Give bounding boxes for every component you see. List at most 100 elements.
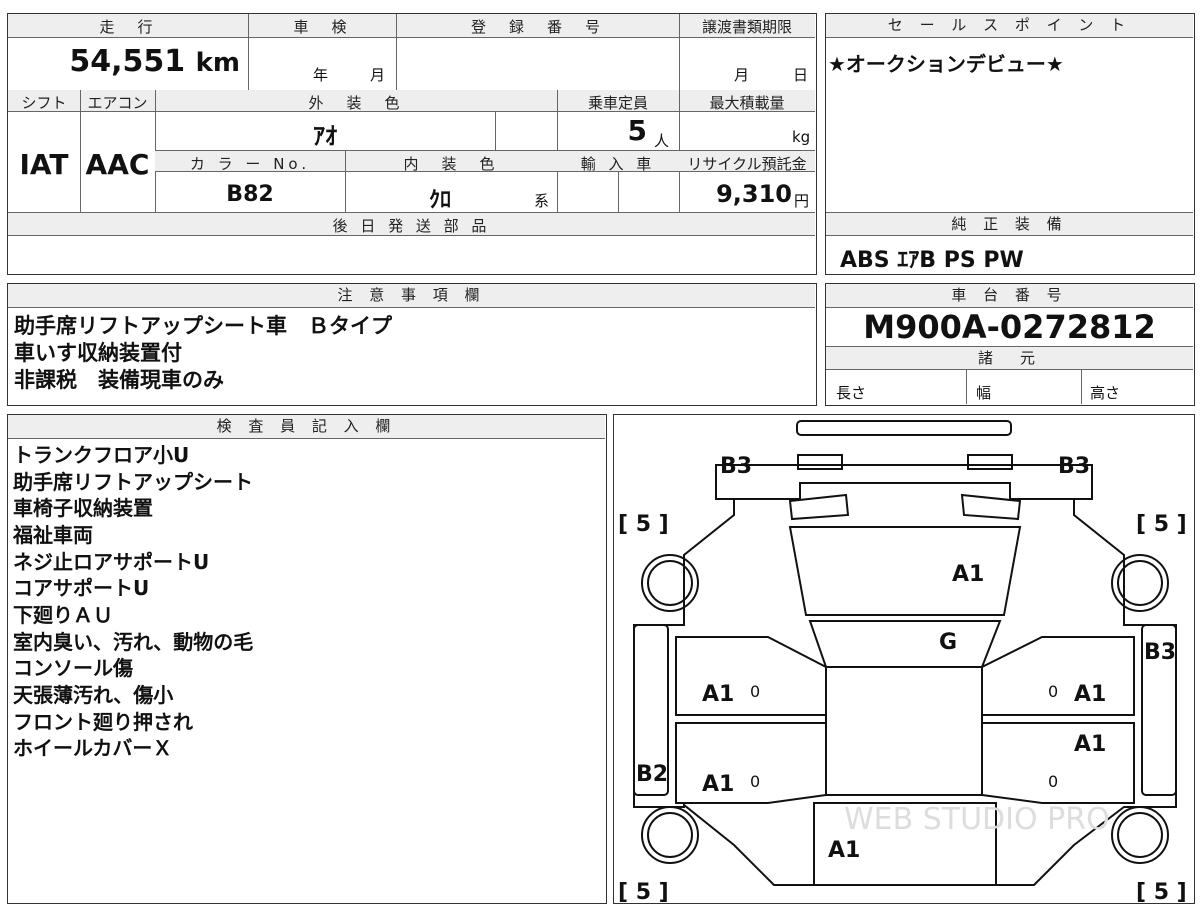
wheel-front-left-inner — [647, 812, 693, 858]
mark-side-left: B2 — [636, 762, 668, 787]
inspector-box: 検 査 員 記 入 欄 トランクフロア小U 助手席リフトアップシート 車椅子収納… — [7, 414, 607, 904]
spec-length-label: 長さ — [836, 384, 867, 402]
aircon-value: AAC — [85, 148, 150, 181]
inspector-line-12: ホイールカバーＸ — [13, 736, 173, 760]
recycle-fee-value: 9,310 — [716, 180, 792, 208]
registration-header: 登 録 番 号 — [470, 18, 604, 36]
mark-door-rl: A1 — [702, 682, 734, 707]
exterior-color-value: ｱｵ — [313, 122, 337, 150]
notes-line-2: 車いす収納装置付 — [14, 341, 182, 365]
color-number-value: B82 — [226, 182, 274, 207]
chassis-header: 車 台 番 号 — [826, 284, 1193, 308]
mark-rear-left: B3 — [720, 454, 752, 479]
max-load-header: 最大積載量 — [709, 94, 785, 112]
chassis-number: M900A-0272812 — [863, 308, 1156, 346]
rear-bumper-slot — [796, 420, 1012, 436]
transfer-day: 日 — [793, 66, 809, 84]
mark-door-rr: A1 — [1074, 682, 1106, 707]
sales-point-header: セ ー ル ス ポ イ ン ト — [826, 14, 1193, 38]
car-damage-diagram: B3 B3 [ 5 ] [ 5 ] A1 G B3 A1 A1 A1 B2 A1… — [613, 414, 1195, 904]
chassis-box: 車 台 番 号 M900A-0272812 諸 元 長さ 幅 高さ — [825, 283, 1195, 406]
mark-rear-right: B3 — [1058, 454, 1090, 479]
vehicle-info-table: 走 行 車 検 登 録 番 号 譲渡書類期限 54,551 km 年 月 月 日… — [7, 13, 817, 275]
wheel-rear-left-inner — [647, 560, 693, 606]
mark-tire-rl: [ 5 ] — [618, 512, 669, 537]
spec-width-label: 幅 — [976, 384, 992, 402]
mileage-header: 走 行 — [99, 18, 157, 36]
inspector-line-9: コンソール傷 — [13, 656, 133, 680]
color-number-header: カ ラ ー No. — [189, 155, 311, 173]
sales-point-box: セ ー ル ス ポ イ ン ト ★オークションデビュー★ 純 正 装 備 ABS… — [825, 13, 1195, 275]
wheel-front-right — [1111, 806, 1169, 864]
capacity-unit: 人 — [654, 132, 670, 150]
mileage-unit: km — [195, 48, 240, 78]
door-left-rear — [675, 636, 827, 716]
wheel-rear-right — [1111, 554, 1169, 612]
aircon-header: エアコン — [87, 94, 148, 112]
shaken-year: 年 — [313, 66, 329, 84]
rear-glass — [808, 620, 1002, 668]
inspector-line-7: 下廻りＡＵ — [13, 603, 113, 627]
mark-roof: A1 — [952, 562, 984, 587]
notes-box: 注 意 事 項 欄 助手席リフトアップシート車 Ｂタイプ 車いす収納装置付 非課… — [7, 283, 817, 406]
inspector-line-10: 天張薄汚れ、傷小 — [13, 683, 174, 707]
door-right-front — [981, 722, 1135, 804]
shaken-header: 車 検 — [293, 18, 351, 36]
recycle-fee-unit: 円 — [794, 192, 810, 210]
mark-zero-2: 0 — [1048, 682, 1058, 701]
inspector-line-1: トランクフロア小U — [13, 443, 190, 467]
interior-color-suffix: 系 — [534, 192, 550, 210]
wheel-front-left — [641, 806, 699, 864]
notes-header: 注 意 事 項 欄 — [8, 284, 815, 308]
mileage-number: 54,551 — [69, 44, 186, 79]
mark-zero-1: 0 — [750, 682, 760, 701]
inspector-line-11: フロント廻り押され — [13, 710, 193, 734]
mark-tire-rr: [ 5 ] — [1136, 512, 1187, 537]
door-right-rear — [981, 636, 1135, 716]
tail-lamp-right — [967, 454, 1013, 470]
mark-rear-glass: G — [939, 630, 957, 655]
inspector-line-6: コアサポートU — [13, 576, 150, 600]
shaken-month: 月 — [370, 66, 386, 84]
mark-hood: A1 — [828, 838, 860, 863]
rear-box — [715, 464, 1093, 500]
import-header: 輸 入 車 — [580, 155, 656, 173]
mark-door-fr: A1 — [1074, 732, 1106, 757]
tail-lamp-left — [797, 454, 843, 470]
car-outline-svg: B3 B3 [ 5 ] [ 5 ] A1 G B3 A1 A1 A1 B2 A1… — [618, 420, 1187, 904]
capacity-header: 乗車定員 — [587, 94, 648, 112]
interior-color-value: ｸﾛ — [428, 188, 451, 213]
inspector-header: 検 査 員 記 入 欄 — [8, 415, 605, 439]
shift-value: IAT — [19, 148, 69, 181]
inspector-line-3: 車椅子収納装置 — [13, 496, 153, 520]
genuine-equipment-text: ABS ｴｱB PS PW — [840, 248, 1024, 273]
notes-line-1: 助手席リフトアップシート車 Ｂタイプ — [14, 314, 392, 338]
later-parts-header: 後 日 発 送 部 品 — [332, 217, 491, 235]
mark-zero-4: 0 — [1048, 772, 1058, 791]
specs-header: 諸 元 — [826, 346, 1193, 370]
interior-color-header: 内 装 色 — [403, 155, 499, 173]
wheel-rear-left — [641, 554, 699, 612]
notes-line-3: 非課税 装備現車のみ — [14, 368, 224, 392]
transfer-month: 月 — [734, 66, 750, 84]
inspector-line-4: 福祉車両 — [13, 523, 93, 547]
genuine-equipment-header: 純 正 装 備 — [826, 212, 1193, 236]
mark-zero-3: 0 — [750, 772, 760, 791]
roof-panel — [788, 526, 1022, 616]
wheel-front-right-inner — [1117, 812, 1163, 858]
mark-door-fl: A1 — [702, 772, 734, 797]
mark-side-right: B3 — [1144, 640, 1176, 665]
spec-height-label: 高さ — [1090, 384, 1121, 402]
sales-point-text: ★オークションデビュー★ — [828, 52, 1064, 76]
max-load-unit: kg — [792, 128, 811, 146]
mileage-value: 54,551 km — [8, 44, 246, 79]
inspector-line-8: 室内臭い、汚れ、動物の毛 — [13, 630, 254, 654]
exterior-color-header: 外 装 色 — [308, 94, 404, 112]
capacity-value: 5 — [627, 114, 647, 147]
cabin — [825, 666, 983, 796]
transfer-deadline-header: 譲渡書類期限 — [701, 18, 792, 36]
inspector-line-2: 助手席リフトアップシート — [13, 470, 253, 494]
door-left-front — [675, 722, 827, 804]
inspector-line-5: ネジ止ロアサポートU — [13, 550, 210, 574]
mark-tire-fr: [ 5 ] — [1136, 880, 1187, 904]
